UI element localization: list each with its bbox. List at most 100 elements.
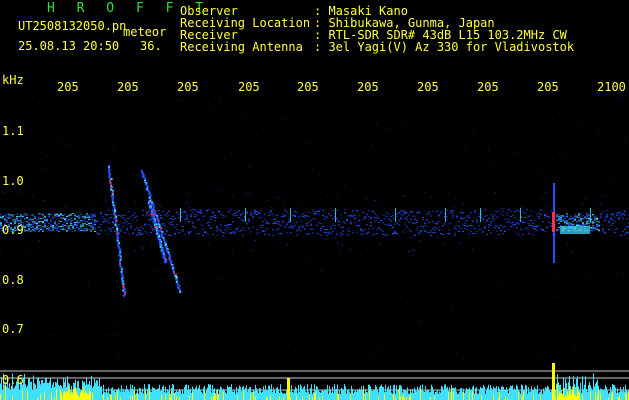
carrier-pixel xyxy=(378,217,380,219)
carrier-pixel xyxy=(536,229,538,231)
level-bar xyxy=(375,385,376,400)
noise-speckle xyxy=(124,306,126,308)
carrier-pixel xyxy=(526,216,528,218)
carrier-pixel xyxy=(76,216,78,218)
level-bar xyxy=(154,388,155,400)
noise-speckle xyxy=(539,173,541,175)
carrier-pixel xyxy=(534,219,536,221)
carrier-pixel xyxy=(266,228,268,230)
level-bar xyxy=(452,388,453,400)
level-bar xyxy=(359,388,360,400)
carrier-pixel xyxy=(40,221,42,223)
level-bar xyxy=(485,393,486,400)
level-bar-peak xyxy=(562,395,563,400)
noise-speckle xyxy=(394,223,396,225)
carrier-pixel xyxy=(6,220,8,222)
carrier-pixel xyxy=(110,228,112,230)
carrier-pixel xyxy=(550,210,552,212)
level-bar-peak xyxy=(72,393,73,400)
carrier-pixel xyxy=(512,215,514,217)
noise-speckle xyxy=(344,184,346,186)
carrier-pixel xyxy=(402,231,404,233)
carrier-pixel xyxy=(332,218,334,220)
level-bar xyxy=(521,384,522,400)
noise-speckle xyxy=(54,151,56,153)
carrier-pixel xyxy=(386,212,388,214)
level-bar xyxy=(607,390,608,400)
carrier-pixel xyxy=(404,211,406,213)
level-bar xyxy=(276,387,277,400)
noise-speckle xyxy=(86,139,87,141)
carrier-pixel xyxy=(348,230,350,232)
noise-speckle xyxy=(595,160,597,162)
carrier-pixel xyxy=(112,209,114,211)
noise-speckle xyxy=(267,199,269,201)
carrier-pixel xyxy=(340,214,342,216)
carrier-pixel xyxy=(576,224,578,226)
carrier-pixel xyxy=(312,218,314,219)
noise-speckle xyxy=(441,229,443,231)
carrier-pixel xyxy=(576,221,578,223)
level-bar xyxy=(303,387,304,400)
carrier-pixel xyxy=(588,214,590,216)
carrier-pixel xyxy=(368,228,370,230)
carrier-pixel xyxy=(94,231,96,232)
level-bar xyxy=(127,389,128,400)
level-bar xyxy=(528,387,529,400)
level-bar xyxy=(550,392,551,400)
level-bar xyxy=(510,385,511,400)
carrier-pixel xyxy=(294,211,296,212)
level-bar xyxy=(372,391,373,400)
carrier-pixel xyxy=(354,222,356,223)
level-bar xyxy=(408,393,409,400)
level-bar xyxy=(357,390,358,400)
carrier-pixel xyxy=(346,229,348,231)
noise-speckle xyxy=(562,156,563,158)
level-bar xyxy=(339,390,340,400)
carrier-pixel xyxy=(136,227,138,229)
carrier-pixel xyxy=(186,218,188,220)
level-bar-peak xyxy=(12,396,13,400)
carrier-pixel xyxy=(216,227,218,229)
noise-speckle xyxy=(192,211,193,213)
carrier-pixel xyxy=(182,211,184,213)
level-bar xyxy=(173,384,174,400)
level-bar xyxy=(147,388,148,400)
carrier-pixel xyxy=(40,227,42,229)
noise-speckle xyxy=(477,271,479,273)
noise-speckle xyxy=(613,143,614,144)
level-bar xyxy=(125,389,126,400)
carrier-pixel xyxy=(424,225,426,227)
carrier-pixel xyxy=(548,217,550,219)
carrier-pixel xyxy=(180,230,182,232)
noise-speckle xyxy=(608,179,610,181)
carrier-pixel xyxy=(378,227,380,229)
carrier-pixel xyxy=(594,219,596,221)
level-bar xyxy=(153,387,154,400)
carrier-pixel xyxy=(604,232,606,234)
carrier-pixel xyxy=(80,213,82,215)
level-bar xyxy=(102,393,103,400)
carrier-pixel xyxy=(600,213,602,215)
noise-speckle xyxy=(340,248,341,250)
carrier-pixel xyxy=(528,225,530,227)
level-bar xyxy=(219,390,220,400)
carrier-pixel xyxy=(112,227,114,228)
carrier-pixel xyxy=(48,228,50,230)
level-bar xyxy=(390,385,391,400)
carrier-pixel xyxy=(602,229,604,231)
carrier-pixel xyxy=(512,224,514,225)
carrier-pixel xyxy=(508,219,510,221)
level-bar xyxy=(275,392,276,400)
level-bar-peak xyxy=(64,391,65,400)
carrier-pixel xyxy=(582,223,584,224)
carrier-pixel xyxy=(530,214,532,216)
carrier-pixel xyxy=(526,209,528,210)
noise-speckle xyxy=(221,279,222,281)
carrier-pixel xyxy=(516,222,518,224)
carrier-pixel xyxy=(76,221,78,223)
level-bar xyxy=(36,388,37,400)
level-bar-peak xyxy=(448,392,449,400)
carrier-pixel xyxy=(226,227,228,228)
carrier-pixel xyxy=(434,222,436,224)
